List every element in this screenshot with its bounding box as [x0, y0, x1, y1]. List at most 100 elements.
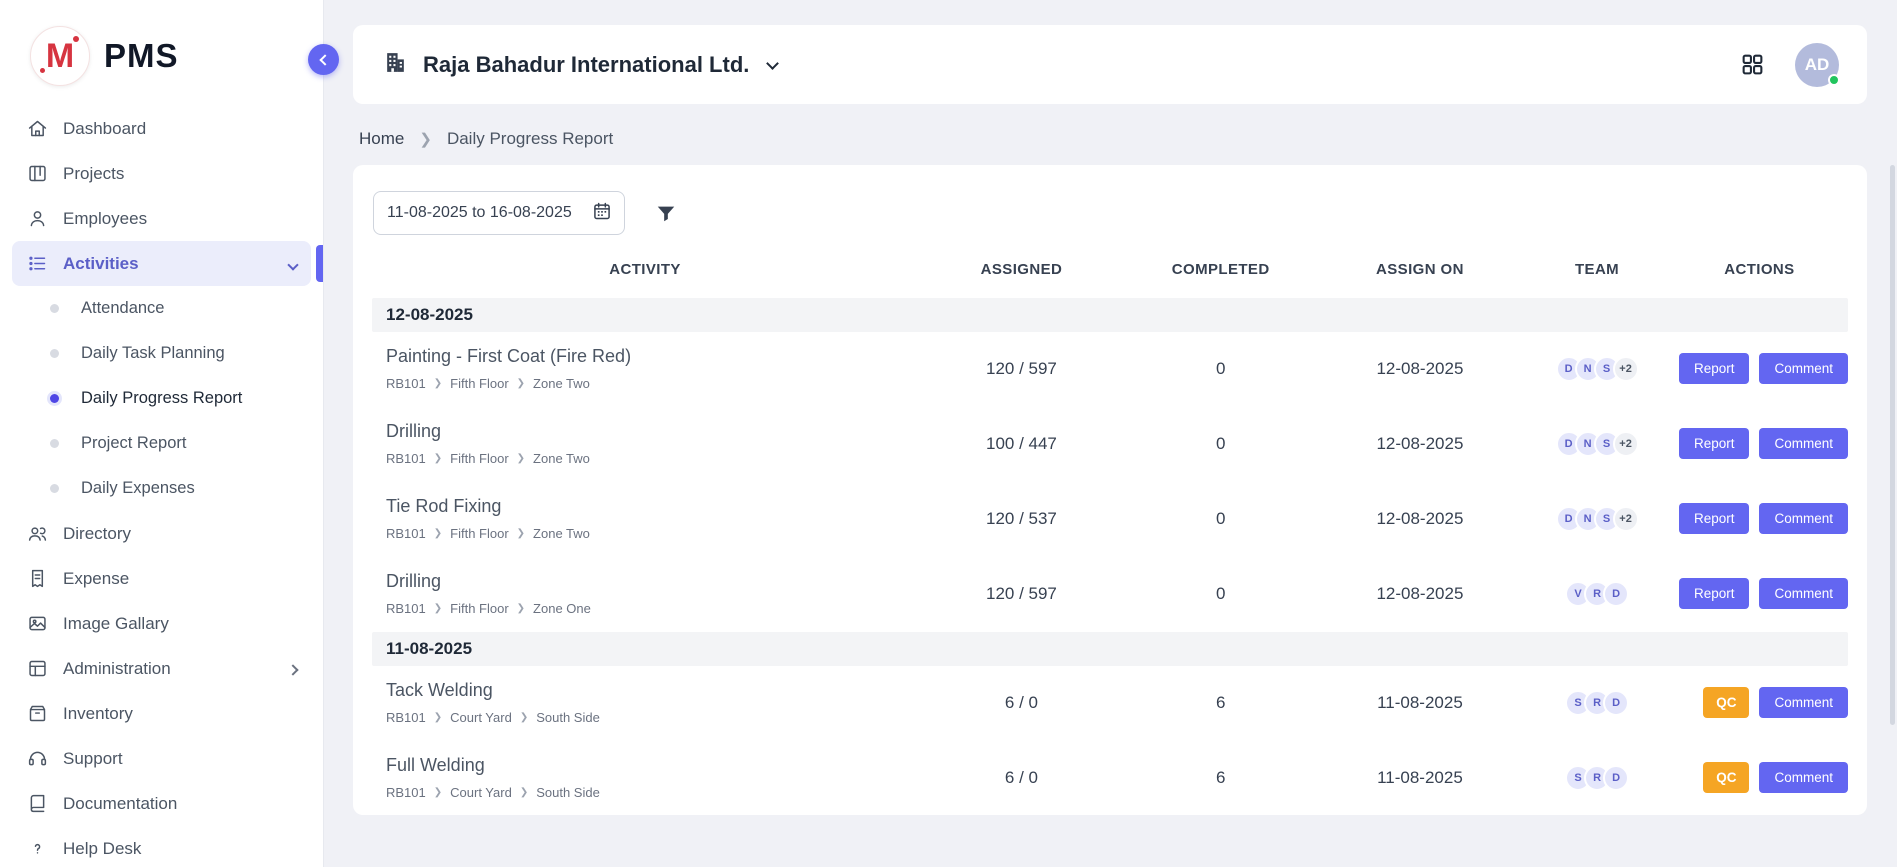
- path-segment: South Side: [536, 710, 600, 725]
- action-buttons: Report Comment: [1679, 353, 1848, 384]
- chevron-right-icon: ❯: [517, 528, 525, 539]
- date-range-picker[interactable]: [373, 191, 625, 235]
- activity-location-path: RB101❯Fifth Floor❯Zone Two: [386, 526, 910, 541]
- team-overflow-badge[interactable]: +2: [1613, 431, 1639, 457]
- team-avatar-stack: DNS+2: [1556, 431, 1639, 457]
- activity-title: Drilling: [386, 571, 910, 592]
- report-button[interactable]: Report: [1679, 353, 1750, 384]
- sidebar-subitem-project-report[interactable]: Project Report: [12, 421, 311, 466]
- sidebar-item-label: Activities: [63, 254, 139, 274]
- scrollbar-thumb[interactable]: [1890, 165, 1895, 725]
- sidebar-subitem-daily-progress-report[interactable]: Daily Progress Report: [12, 376, 311, 421]
- user-avatar[interactable]: AD: [1795, 43, 1839, 87]
- sidebar-item-administration[interactable]: Administration: [12, 646, 311, 691]
- sidebar-item-label: Projects: [63, 164, 124, 184]
- sidebar-item-employees[interactable]: Employees: [12, 196, 311, 241]
- sidebar-item-inventory[interactable]: Inventory: [12, 691, 311, 736]
- chevron-right-icon: ❯: [520, 787, 528, 798]
- activity-cell: Tie Rod FixingRB101❯Fifth Floor❯Zone Two: [372, 482, 918, 557]
- building-icon: [383, 50, 408, 80]
- actions-cell: Report Comment: [1671, 407, 1848, 482]
- sidebar-item-expense[interactable]: Expense: [12, 556, 311, 601]
- activity-cell: Painting - First Coat (Fire Red)RB101❯Fi…: [372, 332, 918, 407]
- comment-button[interactable]: Comment: [1759, 578, 1848, 609]
- sidebar-subitem-label: Daily Task Planning: [81, 344, 225, 363]
- team-cell: DNS+2: [1523, 407, 1671, 482]
- assign-on-cell: 12-08-2025: [1317, 557, 1524, 632]
- activity-cell: Tack WeldingRB101❯Court Yard❯South Side: [372, 666, 918, 741]
- bullet-icon: [50, 484, 59, 493]
- qc-button[interactable]: QC: [1703, 687, 1749, 718]
- actions-cell: Report Comment: [1671, 482, 1848, 557]
- sidebar-item-dashboard[interactable]: Dashboard: [12, 106, 311, 151]
- activity-location-path: RB101❯Fifth Floor❯Zone Two: [386, 451, 910, 466]
- headset-icon: [26, 748, 48, 770]
- sidebar-item-label: Inventory: [63, 704, 133, 724]
- comment-button[interactable]: Comment: [1759, 503, 1848, 534]
- sidebar-item-help-desk[interactable]: Help Desk: [12, 826, 311, 867]
- chevron-right-icon: ❯: [517, 378, 525, 389]
- comment-button[interactable]: Comment: [1759, 353, 1848, 384]
- list-icon: [26, 253, 48, 275]
- team-avatar-stack: VRD: [1565, 581, 1629, 607]
- report-button[interactable]: Report: [1679, 578, 1750, 609]
- date-range-input[interactable]: [387, 204, 583, 222]
- action-buttons: Report Comment: [1679, 503, 1848, 534]
- activity-cell: Full WeldingRB101❯Court Yard❯South Side: [372, 741, 918, 815]
- activity-cell: DrillingRB101❯Fifth Floor❯Zone Two: [372, 407, 918, 482]
- sidebar-subitem-daily-task-planning[interactable]: Daily Task Planning: [12, 331, 311, 376]
- qc-button[interactable]: QC: [1703, 762, 1749, 793]
- activity-location-path: RB101❯Fifth Floor❯Zone Two: [386, 376, 910, 391]
- comment-button[interactable]: Comment: [1759, 687, 1848, 718]
- header-actions: AD: [1740, 43, 1839, 87]
- activity-row: Painting - First Coat (Fire Red)RB101❯Fi…: [372, 332, 1848, 407]
- completed-cell: 6: [1125, 741, 1317, 815]
- filter-button[interactable]: [655, 202, 677, 224]
- sidebar-subitem-attendance[interactable]: Attendance: [12, 286, 311, 331]
- col-team: TEAM: [1523, 243, 1671, 298]
- breadcrumb-current: Daily Progress Report: [447, 129, 613, 149]
- company-selector[interactable]: Raja Bahadur International Ltd.: [383, 50, 777, 80]
- report-button[interactable]: Report: [1679, 428, 1750, 459]
- comment-button[interactable]: Comment: [1759, 428, 1848, 459]
- path-segment: Zone Two: [533, 451, 590, 466]
- sidebar-item-label: Directory: [63, 524, 131, 544]
- breadcrumb-home-link[interactable]: Home: [359, 129, 404, 149]
- team-member-avatar: D: [1603, 765, 1629, 791]
- book-icon: [26, 793, 48, 815]
- team-overflow-badge[interactable]: +2: [1613, 506, 1639, 532]
- comment-button[interactable]: Comment: [1759, 762, 1848, 793]
- actions-cell: QC Comment: [1671, 666, 1848, 741]
- calendar-icon[interactable]: [592, 201, 612, 226]
- app-logo: M PMS: [0, 22, 323, 106]
- team-avatar-stack: DNS+2: [1556, 356, 1639, 382]
- activity-row: DrillingRB101❯Fifth Floor❯Zone One120 / …: [372, 557, 1848, 632]
- col-completed: COMPLETED: [1125, 243, 1317, 298]
- completed-cell: 0: [1125, 557, 1317, 632]
- sidebar-collapse-button[interactable]: [308, 44, 339, 75]
- path-segment: RB101: [386, 710, 426, 725]
- question-icon: [26, 838, 48, 860]
- bullet-icon: [50, 304, 59, 313]
- image-icon: [26, 613, 48, 635]
- sidebar-item-directory[interactable]: Directory: [12, 511, 311, 556]
- action-buttons: Report Comment: [1679, 428, 1848, 459]
- sidebar-item-support[interactable]: Support: [12, 736, 311, 781]
- assign-on-cell: 12-08-2025: [1317, 407, 1524, 482]
- report-button[interactable]: Report: [1679, 503, 1750, 534]
- team-avatar-stack: SRD: [1565, 765, 1629, 791]
- chevron-down-icon: [767, 57, 780, 70]
- sidebar-item-projects[interactable]: Projects: [12, 151, 311, 196]
- team-member-avatar: D: [1603, 581, 1629, 607]
- path-segment: South Side: [536, 785, 600, 800]
- sidebar-subitem-daily-expenses[interactable]: Daily Expenses: [12, 466, 311, 511]
- person-icon: [26, 208, 48, 230]
- sidebar-item-label: Documentation: [63, 794, 177, 814]
- sidebar-item-image-gallery[interactable]: Image Gallary: [12, 601, 311, 646]
- apps-grid-button[interactable]: [1740, 52, 1765, 77]
- team-overflow-badge[interactable]: +2: [1613, 356, 1639, 382]
- sidebar-item-activities[interactable]: Activities: [12, 241, 311, 286]
- sidebar-item-documentation[interactable]: Documentation: [12, 781, 311, 826]
- chevron-right-icon: ❯: [434, 603, 442, 614]
- assigned-cell: 6 / 0: [918, 666, 1125, 741]
